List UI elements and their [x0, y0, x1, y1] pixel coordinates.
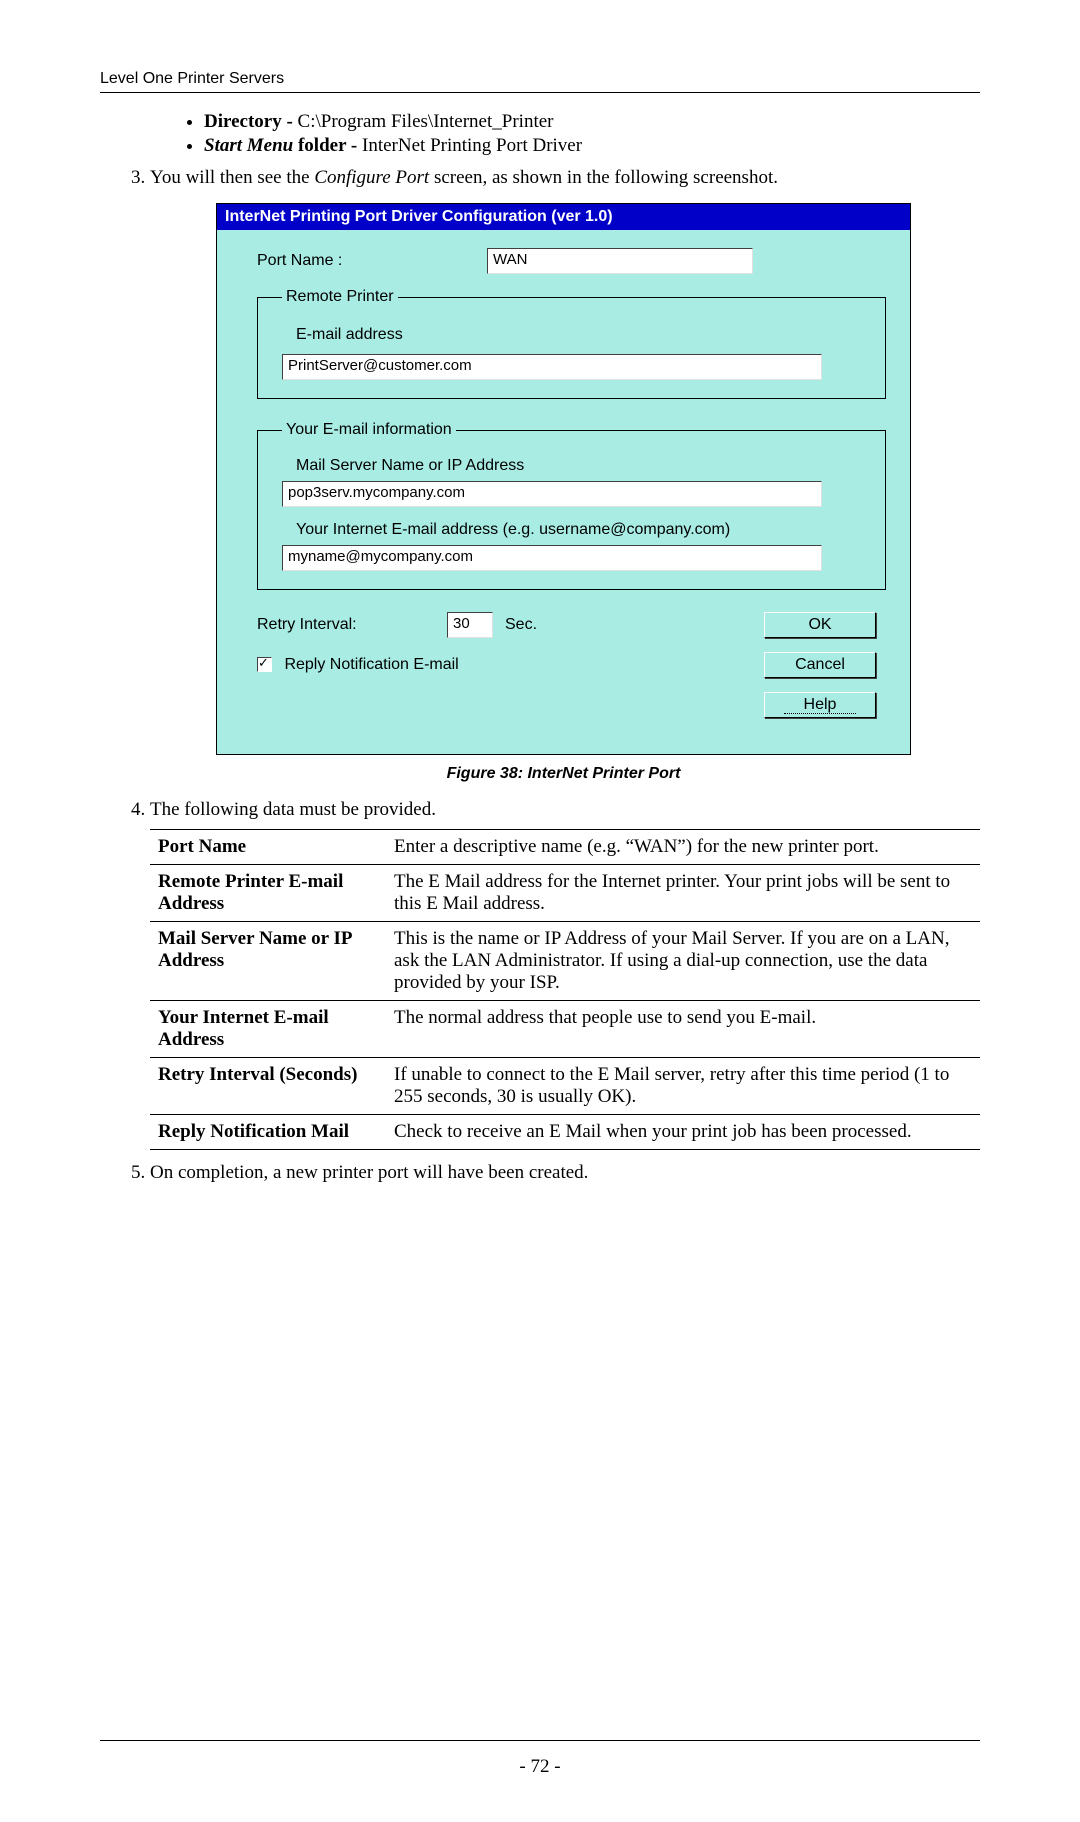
- bullet-label-em: Start Menu: [204, 135, 293, 156]
- group-your-legend: Your E-mail information: [282, 421, 456, 439]
- document-page: Level One Printer Servers Directory - C:…: [0, 0, 1080, 1822]
- bullet-directory: Directory - C:\Program Files\Internet_Pr…: [204, 111, 980, 133]
- header-rule: [100, 92, 980, 93]
- cancel-button[interactable]: Cancel: [764, 652, 876, 678]
- help-button[interactable]: Help: [764, 692, 876, 718]
- yourmail-label: Your Internet E-mail address (e.g. usern…: [296, 521, 867, 539]
- screenshot-figure: InterNet Printing Port Driver Configurat…: [216, 203, 911, 783]
- footer-rule: [100, 1740, 980, 1741]
- step-5: On completion, a new printer port will h…: [150, 1162, 980, 1184]
- table-row: Port NameEnter a descriptive name (e.g. …: [150, 830, 980, 865]
- bullet-label: Directory -: [204, 111, 298, 132]
- ok-button[interactable]: OK: [764, 612, 876, 638]
- dialog-window: InterNet Printing Port Driver Configurat…: [216, 203, 911, 755]
- group-your-email: Your E-mail information Mail Server Name…: [257, 421, 886, 590]
- bullet-value: InterNet Printing Port Driver: [362, 135, 582, 156]
- yourmail-input[interactable]: myname@mycompany.com: [282, 545, 822, 571]
- mailserver-input[interactable]: pop3serv.mycompany.com: [282, 481, 822, 507]
- step-4: The following data must be provided. Por…: [150, 799, 980, 1150]
- table-row: Reply Notification MailCheck to receive …: [150, 1115, 980, 1150]
- step-3: You will then see the Configure Port scr…: [150, 167, 980, 783]
- page-number: - 72 -: [0, 1756, 1080, 1778]
- port-name-input[interactable]: WAN: [487, 248, 753, 274]
- dialog-title-bar: InterNet Printing Port Driver Configurat…: [217, 204, 910, 230]
- reply-label: Reply Notification E-mail: [284, 656, 458, 673]
- figure-caption: Figure 38: InterNet Printer Port: [216, 765, 911, 783]
- running-header: Level One Printer Servers: [100, 70, 980, 88]
- port-name-label: Port Name :: [257, 252, 487, 270]
- table-row: Your Internet E-mail AddressThe normal a…: [150, 1001, 980, 1058]
- table-row: Remote Printer E-mail AddressThe E Mail …: [150, 865, 980, 922]
- bullet-label-rest: folder -: [293, 135, 362, 156]
- bullet-value: C:\Program Files\Internet_Printer: [298, 111, 554, 132]
- group-remote-printer: Remote Printer E-mail address PrintServe…: [257, 288, 886, 399]
- reply-checkbox[interactable]: [257, 657, 272, 672]
- table-row: Retry Interval (Seconds)If unable to con…: [150, 1058, 980, 1115]
- bullet-startmenu: Start Menu folder - InterNet Printing Po…: [204, 135, 980, 157]
- remote-email-label: E-mail address: [296, 326, 867, 344]
- remote-email-input[interactable]: PrintServer@customer.com: [282, 354, 822, 380]
- retry-unit: Sec.: [505, 616, 537, 634]
- parameter-table: Port NameEnter a descriptive name (e.g. …: [150, 829, 980, 1150]
- mailserver-label: Mail Server Name or IP Address: [296, 457, 867, 475]
- retry-label: Retry Interval:: [257, 616, 447, 634]
- table-row: Mail Server Name or IP AddressThis is th…: [150, 922, 980, 1001]
- retry-input[interactable]: 30: [447, 612, 493, 638]
- group-remote-legend: Remote Printer: [282, 288, 398, 306]
